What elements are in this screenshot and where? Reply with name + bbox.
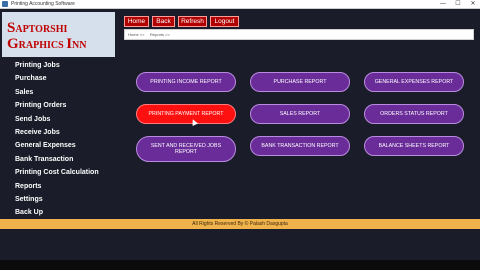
- balance-sheets-report-button[interactable]: BALANCE SHEETS REPORT: [364, 136, 464, 156]
- app-window: SAPTORSHI GRAPHICS INN Printing Jobs Pur…: [0, 9, 480, 260]
- sidebar-item-general-expenses[interactable]: General Expenses: [15, 139, 99, 152]
- refresh-button[interactable]: Refresh: [178, 16, 207, 27]
- logo-line-2: GRAPHICS INN: [7, 36, 87, 52]
- sidebar-item-printing-orders[interactable]: Printing Orders: [15, 99, 99, 112]
- sidebar-item-printing-jobs[interactable]: Printing Jobs: [15, 59, 99, 72]
- footer-copyright: All Rights Reserved By © Palash Dasgupta: [192, 221, 288, 227]
- sent-received-jobs-report-button[interactable]: SENT AND RECEIVED JOBS REPORT: [136, 136, 236, 162]
- sidebar-item-back-up[interactable]: Back Up: [15, 206, 99, 219]
- sidebar: SAPTORSHI GRAPHICS INN Printing Jobs Pur…: [0, 9, 120, 217]
- sidebar-item-purchase[interactable]: Purchase: [15, 72, 99, 85]
- printing-income-report-button[interactable]: PRINTING INCOME REPORT: [136, 72, 236, 92]
- sidebar-item-send-jobs[interactable]: Send Jobs: [15, 113, 99, 126]
- home-button[interactable]: Home: [124, 16, 149, 27]
- app-icon: [2, 1, 8, 7]
- sidebar-item-settings[interactable]: Settings: [15, 193, 99, 206]
- logout-button[interactable]: Logout: [210, 16, 239, 27]
- sidebar-item-printing-cost-calculation[interactable]: Printing Cost Calculation: [15, 166, 99, 179]
- back-button[interactable]: Back: [152, 16, 175, 27]
- window-title: Printing Accounting Software: [11, 1, 75, 7]
- sidebar-item-bank-transaction[interactable]: Bank Transaction: [15, 153, 99, 166]
- orders-status-report-button[interactable]: ORDERS STATUS REPORT: [364, 104, 464, 124]
- sidebar-item-receive-jobs[interactable]: Receive Jobs: [15, 126, 99, 139]
- breadcrumb-home[interactable]: Home >>: [128, 30, 144, 39]
- sales-report-button[interactable]: SALES REPORT: [250, 104, 350, 124]
- maximize-icon[interactable]: ☐: [451, 0, 465, 9]
- sidebar-item-reports[interactable]: Reports: [15, 180, 99, 193]
- sidebar-item-sales[interactable]: Sales: [15, 86, 99, 99]
- breadcrumb: Home >> Reports >>: [124, 29, 474, 40]
- printing-payment-report-button[interactable]: PRINTING PAYMENT REPORT: [136, 104, 236, 124]
- close-icon[interactable]: ✕: [466, 0, 480, 9]
- company-logo: SAPTORSHI GRAPHICS INN: [2, 12, 115, 57]
- minimize-icon[interactable]: —: [436, 0, 450, 9]
- general-expenses-report-button[interactable]: GENERAL EXPENSES REPORT: [364, 72, 464, 92]
- window-titlebar: Printing Accounting Software — ☐ ✕: [0, 0, 480, 9]
- footer: All Rights Reserved By © Palash Dasgupta: [0, 219, 480, 229]
- logo-line-1: SAPTORSHI: [7, 20, 68, 36]
- bank-transaction-report-button[interactable]: BANK TRANSACTION REPORT: [250, 136, 350, 156]
- sidebar-nav: Printing Jobs Purchase Sales Printing Or…: [15, 59, 99, 220]
- breadcrumb-current: Reports >>: [150, 32, 170, 37]
- taskbar: [0, 260, 480, 270]
- purchase-report-button[interactable]: PURCHASE REPORT: [250, 72, 350, 92]
